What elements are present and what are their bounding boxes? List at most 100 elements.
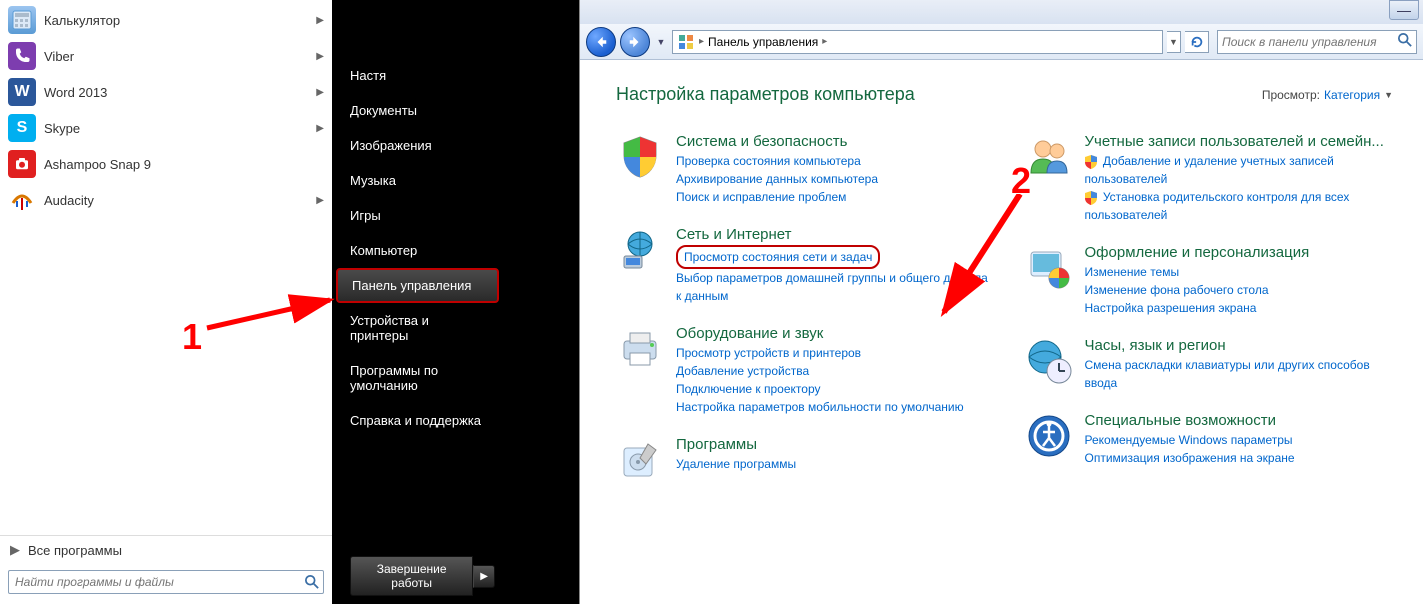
navigation-bar: ▼ ▸ Панель управления ▸ ▼ (580, 24, 1423, 60)
calculator-icon (8, 6, 36, 34)
program-calculator[interactable]: Калькулятор ▶ (0, 2, 332, 38)
right-item-user[interactable]: Настя (332, 58, 503, 93)
category-sublink[interactable]: Изменение фона рабочего стола (1085, 281, 1404, 299)
search-icon (1398, 33, 1412, 50)
right-item-games[interactable]: Игры (332, 198, 503, 233)
search-icon (301, 575, 323, 589)
annotation-number-2: 2 (1011, 160, 1031, 202)
category-columns: Система и безопасность Проверка состояни… (616, 133, 1403, 504)
window-titlebar: — (580, 0, 1423, 24)
chevron-right-icon: ▸ (699, 36, 704, 47)
program-label: Audacity (44, 193, 316, 208)
shield-icon (616, 133, 664, 181)
word-icon: W (8, 78, 36, 106)
cp-search-input[interactable] (1222, 35, 1398, 49)
category-sublink-highlighted[interactable]: Просмотр состояния сети и задач (676, 245, 880, 269)
users-icon (1025, 133, 1073, 181)
program-word[interactable]: W Word 2013 ▶ (0, 74, 332, 110)
category-sublink[interactable]: Выбор параметров домашней группы и общег… (676, 269, 995, 305)
category-column-left: Система и безопасность Проверка состояни… (616, 133, 995, 504)
right-item-documents[interactable]: Документы (332, 93, 503, 128)
category-title-link[interactable]: Учетные записи пользователей и семейн... (1085, 133, 1404, 150)
view-selector[interactable]: Просмотр: Категория ▼ (1262, 88, 1393, 102)
right-item-control-panel[interactable]: Панель управления (336, 268, 499, 303)
category-title-link[interactable]: Система и безопасность (676, 133, 995, 150)
nav-history-dropdown[interactable]: ▼ (654, 30, 668, 54)
right-item-computer[interactable]: Компьютер (332, 233, 503, 268)
right-item-music[interactable]: Музыка (332, 163, 503, 198)
program-label: Skype (44, 121, 316, 136)
category-sublink[interactable]: Подключение к проектору (676, 380, 995, 398)
category-sublink[interactable]: Смена раскладки клавиатуры или других сп… (1085, 356, 1404, 392)
category-users: Учетные записи пользователей и семейн...… (1025, 133, 1404, 224)
shutdown-group: Завершение работы ▶ (350, 556, 495, 596)
category-hardware: Оборудование и звук Просмотр устройств и… (616, 325, 995, 416)
category-programs: Программы Удаление программы (616, 436, 995, 484)
refresh-button[interactable] (1185, 31, 1209, 53)
program-skype[interactable]: S Skype ▶ (0, 110, 332, 146)
all-programs-label: Все программы (28, 543, 122, 558)
cp-header-row: Настройка параметров компьютера Просмотр… (616, 84, 1403, 105)
right-item-devices[interactable]: Устройства и принтеры (332, 303, 503, 353)
category-sublink[interactable]: Изменение темы (1085, 263, 1404, 281)
annotation-number-1: 1 (182, 316, 202, 358)
category-title-link[interactable]: Часы, язык и регион (1085, 337, 1404, 354)
program-audacity[interactable]: Audacity ▶ (0, 182, 332, 218)
all-programs-link[interactable]: ▶ Все программы (0, 535, 332, 564)
right-item-help[interactable]: Справка и поддержка (332, 403, 503, 438)
control-panel-window: — ▼ ▸ Панель управления ▸ ▼ (579, 0, 1423, 604)
uac-shield-icon (1085, 155, 1097, 169)
shutdown-options-button[interactable]: ▶ (473, 565, 495, 588)
category-sublink[interactable]: Настройка параметров мобильности по умол… (676, 398, 995, 416)
submenu-arrow-icon: ▶ (316, 87, 324, 98)
program-label: Калькулятор (44, 13, 316, 28)
nav-back-button[interactable] (586, 27, 616, 57)
program-viber[interactable]: Viber ▶ (0, 38, 332, 74)
category-title-link[interactable]: Сеть и Интернет (676, 226, 995, 243)
search-input[interactable] (9, 575, 301, 589)
category-sublink[interactable]: Поиск и исправление проблем (676, 188, 995, 206)
category-sublink[interactable]: Добавление и удаление учетных записей по… (1085, 152, 1404, 188)
category-system-security: Система и безопасность Проверка состояни… (616, 133, 995, 206)
category-sublink[interactable]: Установка родительского контроля для все… (1085, 188, 1404, 224)
minimize-button[interactable]: — (1389, 0, 1419, 20)
nav-forward-button[interactable] (620, 27, 650, 57)
category-sublink[interactable]: Просмотр устройств и принтеров (676, 344, 995, 362)
category-sublink[interactable]: Настройка разрешения экрана (1085, 299, 1404, 317)
submenu-arrow-icon: ▶ (316, 195, 324, 206)
shutdown-button[interactable]: Завершение работы (350, 556, 473, 596)
breadcrumb-dropdown[interactable]: ▼ (1167, 31, 1181, 53)
category-sublink[interactable]: Добавление устройства (676, 362, 995, 380)
program-ashampoo[interactable]: Ashampoo Snap 9 (0, 146, 332, 182)
search-wrap (0, 564, 332, 604)
clock-globe-icon (1025, 337, 1073, 385)
category-column-right: Учетные записи пользователей и семейн...… (1025, 133, 1404, 504)
category-title-link[interactable]: Оборудование и звук (676, 325, 995, 342)
start-menu-search[interactable] (8, 570, 324, 594)
program-label: Ashampoo Snap 9 (44, 157, 324, 172)
category-sublink[interactable]: Архивирование данных компьютера (676, 170, 995, 188)
category-sublink[interactable]: Оптимизация изображения на экране (1085, 449, 1404, 467)
page-title: Настройка параметров компьютера (616, 84, 915, 105)
appearance-icon (1025, 244, 1073, 292)
category-sublink[interactable]: Удаление программы (676, 455, 995, 473)
breadcrumb-bar[interactable]: ▸ Панель управления ▸ (672, 30, 1163, 54)
right-items-list: Настя Документы Изображения Музыка Игры … (332, 0, 503, 438)
chevron-down-icon: ▼ (1384, 90, 1393, 100)
right-item-pictures[interactable]: Изображения (332, 128, 503, 163)
start-menu: Калькулятор ▶ Viber ▶ W Word 2013 ▶ S Sk… (0, 0, 503, 604)
chevron-right-icon: ▸ (822, 36, 827, 47)
category-title-link[interactable]: Оформление и персонализация (1085, 244, 1404, 261)
category-clock: Часы, язык и регион Смена раскладки клав… (1025, 337, 1404, 392)
category-sublink[interactable]: Проверка состояния компьютера (676, 152, 995, 170)
category-sublink[interactable]: Рекомендуемые Windows параметры (1085, 431, 1404, 449)
category-title-link[interactable]: Программы (676, 436, 995, 453)
control-panel-search[interactable] (1217, 30, 1417, 54)
category-accessibility: Специальные возможности Рекомендуемые Wi… (1025, 412, 1404, 467)
accessibility-icon (1025, 412, 1073, 460)
submenu-arrow-icon: ▶ (316, 51, 324, 62)
category-title-link[interactable]: Специальные возможности (1085, 412, 1404, 429)
skype-icon: S (8, 114, 36, 142)
control-panel-body: Настройка параметров компьютера Просмотр… (580, 60, 1423, 604)
right-item-default-programs[interactable]: Программы по умолчанию (332, 353, 503, 403)
